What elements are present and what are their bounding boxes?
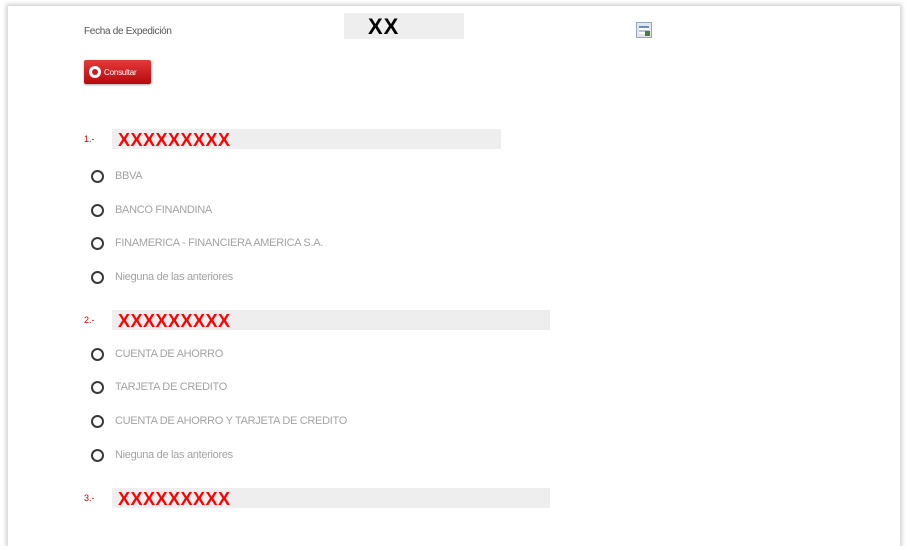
radio-button[interactable]: [91, 203, 104, 217]
option-label: BBVA: [115, 170, 143, 182]
consult-button-label: Consultar: [104, 67, 137, 77]
option-row[interactable]: CUENTA DE AHORRO: [91, 345, 223, 363]
question-number: 1.-: [84, 134, 95, 144]
option-label: TARJETA DE CREDITO: [115, 381, 227, 393]
option-label: Nieguna de las anteriores: [115, 271, 233, 283]
question-number: 3.-: [84, 493, 95, 503]
option-label: CUENTA DE AHORRO: [115, 348, 224, 360]
question-text: XXXXXXXXX: [118, 130, 231, 150]
option-row[interactable]: Nieguna de las anteriores: [91, 446, 233, 464]
radio-button[interactable]: [91, 347, 104, 361]
hand-icon: [89, 66, 101, 78]
calendar-icon[interactable]: [636, 22, 652, 38]
radio-button[interactable]: [91, 169, 104, 183]
option-row[interactable]: FINAMERICA - FINANCIERA AMERICA S.A.: [91, 234, 323, 252]
option-row[interactable]: Nieguna de las anteriores: [91, 268, 233, 286]
option-label: Nieguna de las anteriores: [115, 449, 233, 461]
radio-button[interactable]: [91, 414, 104, 428]
consult-button[interactable]: Consultar: [84, 60, 151, 84]
option-row[interactable]: TARJETA DE CREDITO: [91, 378, 227, 396]
option-row[interactable]: BANCO FINANDINA: [91, 201, 212, 219]
option-row[interactable]: BBVA: [91, 167, 143, 185]
radio-button[interactable]: [91, 380, 104, 394]
question-text: XXXXXXXXX: [118, 489, 231, 509]
expedition-date-field[interactable]: [344, 13, 464, 39]
question-text: XXXXXXXXX: [118, 311, 231, 331]
option-label: BANCO FINANDINA: [115, 204, 212, 216]
radio-button[interactable]: [91, 448, 104, 462]
radio-button[interactable]: [91, 236, 104, 250]
option-label: CUENTA DE AHORRO Y TARJETA DE CREDITO: [115, 415, 347, 427]
expedition-date-label: Fecha de Expedición: [84, 26, 172, 37]
expedition-date-value: XX: [368, 14, 400, 39]
option-row[interactable]: CUENTA DE AHORRO Y TARJETA DE CREDITO: [91, 412, 347, 430]
question-number: 2.-: [84, 315, 95, 325]
radio-button[interactable]: [91, 270, 104, 284]
option-label: FINAMERICA - FINANCIERA AMERICA S.A.: [115, 237, 324, 249]
